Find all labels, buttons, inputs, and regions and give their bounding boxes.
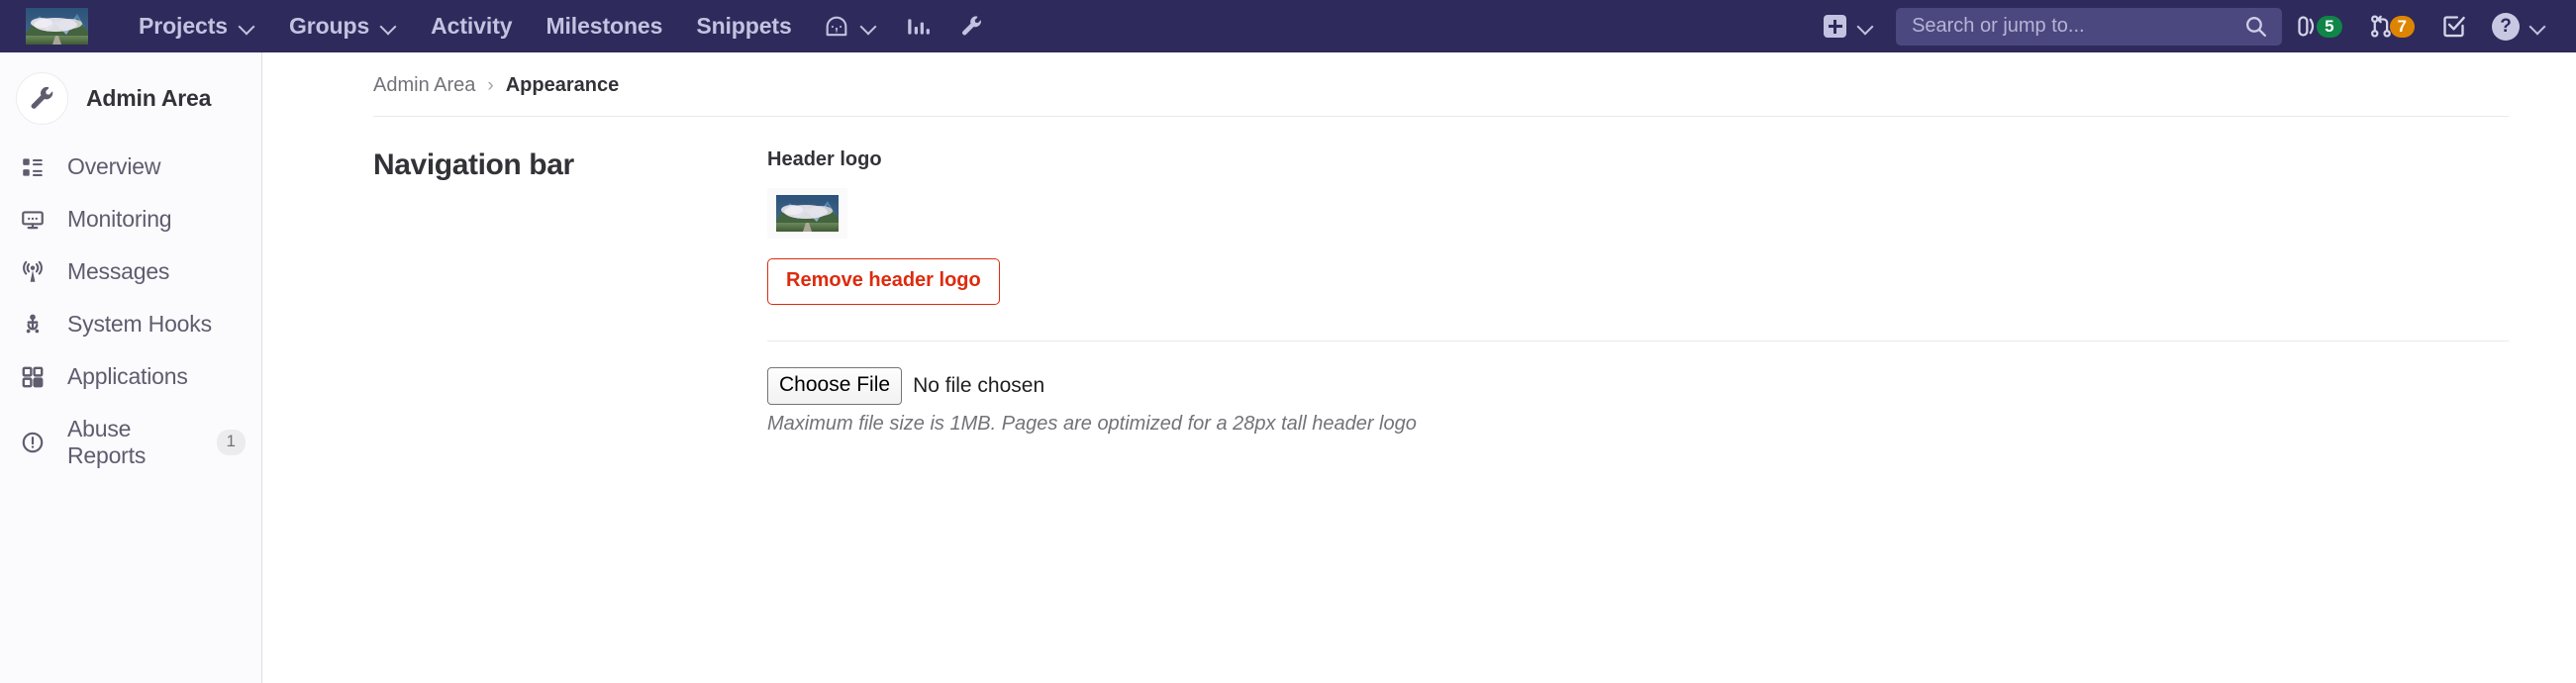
sidebar-item-messages[interactable]: Messages <box>0 245 261 298</box>
todos-checkbox-icon <box>2443 16 2465 38</box>
page-title: Navigation bar <box>373 148 574 181</box>
admin-area-button[interactable] <box>944 13 999 40</box>
appearance-settings-section: Navigation bar Header logo Remove header… <box>262 117 2576 436</box>
primary-nav-links: Projects Groups Activity Milestones Snip… <box>122 13 999 41</box>
monitor-icon <box>20 207 46 233</box>
applications-grid-icon <box>20 364 46 390</box>
nav-link-projects[interactable]: Projects <box>122 13 272 40</box>
search-icon[interactable] <box>2243 14 2268 39</box>
sidebar-item-overview-label: Overview <box>67 153 161 179</box>
sidebar-item-system-hooks-label: System Hooks <box>67 311 212 337</box>
sidebar-item-monitoring-label: Monitoring <box>67 206 172 232</box>
plus-square-icon <box>1824 15 1847 38</box>
chevron-down-icon <box>380 18 397 35</box>
dashboard-gauge-button[interactable] <box>809 13 891 41</box>
top-navigation-bar: Projects Groups Activity Milestones Snip… <box>0 0 2576 52</box>
header-logo-file-input[interactable]: Choose File No file chosen <box>767 367 2509 406</box>
main-content: Admin Area › Appearance Navigation bar H… <box>262 52 2576 683</box>
merge-requests-count-badge: 7 <box>2389 15 2415 38</box>
nav-link-milestones[interactable]: Milestones <box>529 13 679 40</box>
breadcrumb: Admin Area › Appearance <box>262 52 2576 116</box>
nav-link-snippets[interactable]: Snippets <box>679 13 808 40</box>
page-shell: Admin Area Overview Monitoring Messages … <box>0 52 2576 683</box>
section-description-column: Navigation bar <box>373 148 767 436</box>
admin-wrench-icon <box>961 16 981 36</box>
sidebar-item-applications-label: Applications <box>67 363 188 389</box>
nav-link-groups-label: Groups <box>288 13 370 39</box>
field-divider <box>767 341 2509 342</box>
breadcrumb-parent[interactable]: Admin Area <box>373 74 475 97</box>
nav-right-cluster: 5 7 ? <box>1820 7 2552 46</box>
nav-link-activity[interactable]: Activity <box>414 13 529 40</box>
sidebar-context-title: Admin Area <box>86 85 212 111</box>
file-chosen-status: No file chosen <box>913 374 1045 398</box>
chevron-down-icon <box>239 18 255 35</box>
header-logo-thumbnail <box>776 195 839 232</box>
todos-counter[interactable] <box>2427 13 2480 40</box>
hook-icon <box>20 312 46 338</box>
section-fields-column: Header logo Remove header logo Choose Fi… <box>767 148 2576 436</box>
nav-link-groups[interactable]: Groups <box>272 13 414 40</box>
nav-link-snippets-label: Snippets <box>696 13 792 39</box>
broadcast-icon <box>20 259 46 285</box>
help-icon: ? <box>2492 12 2520 41</box>
nav-link-activity-label: Activity <box>431 13 513 39</box>
wrench-icon <box>31 86 53 109</box>
abuse-report-icon <box>20 430 46 455</box>
sidebar-item-system-hooks[interactable]: System Hooks <box>0 298 261 350</box>
header-logo-label: Header logo <box>767 148 882 170</box>
choose-file-button[interactable]: Choose File <box>767 367 903 406</box>
admin-sidebar: Admin Area Overview Monitoring Messages … <box>0 52 262 683</box>
sidebar-item-abuse-reports-badge: 1 <box>216 430 246 455</box>
sidebar-item-abuse-reports-label: Abuse Reports <box>67 416 147 468</box>
header-logo-hint: Maximum file size is 1MB. Pages are opti… <box>767 413 1417 436</box>
header-logo-image[interactable] <box>26 8 88 45</box>
avatar <box>16 72 68 125</box>
breadcrumb-current: Appearance <box>505 74 620 96</box>
dashboard-gauge-icon <box>826 16 847 36</box>
search-container[interactable] <box>1896 7 2283 46</box>
dashboard-list-icon <box>20 154 46 180</box>
merge-requests-counter[interactable]: 7 <box>2355 13 2427 40</box>
sidebar-context-header[interactable]: Admin Area <box>0 54 261 141</box>
chevron-down-icon <box>860 18 877 35</box>
analytics-bar-chart-icon <box>907 18 930 35</box>
nav-link-milestones-label: Milestones <box>545 13 663 39</box>
create-new-button[interactable] <box>1820 15 1882 38</box>
chevron-down-icon <box>1857 18 1874 35</box>
remove-header-logo-button[interactable]: Remove header logo <box>767 258 1000 305</box>
search-input[interactable] <box>1910 14 2244 39</box>
breadcrumb-separator-icon: › <box>487 74 494 96</box>
sidebar-item-abuse-reports[interactable]: Abuse Reports 1 <box>0 403 261 482</box>
sidebar-item-messages-label: Messages <box>67 258 170 284</box>
sidebar-item-overview[interactable]: Overview <box>0 141 261 193</box>
sidebar-item-applications[interactable]: Applications <box>0 350 261 403</box>
issues-count-badge: 5 <box>2317 15 2342 38</box>
nav-link-projects-label: Projects <box>139 13 228 39</box>
chevron-down-icon <box>2529 18 2546 35</box>
help-button[interactable]: ? <box>2480 12 2552 41</box>
mountain-logo-icon <box>26 8 88 45</box>
sidebar-item-monitoring[interactable]: Monitoring <box>0 193 261 245</box>
analytics-button[interactable] <box>891 14 944 40</box>
header-logo-preview <box>767 188 847 239</box>
issues-counter[interactable]: 5 <box>2282 13 2354 40</box>
